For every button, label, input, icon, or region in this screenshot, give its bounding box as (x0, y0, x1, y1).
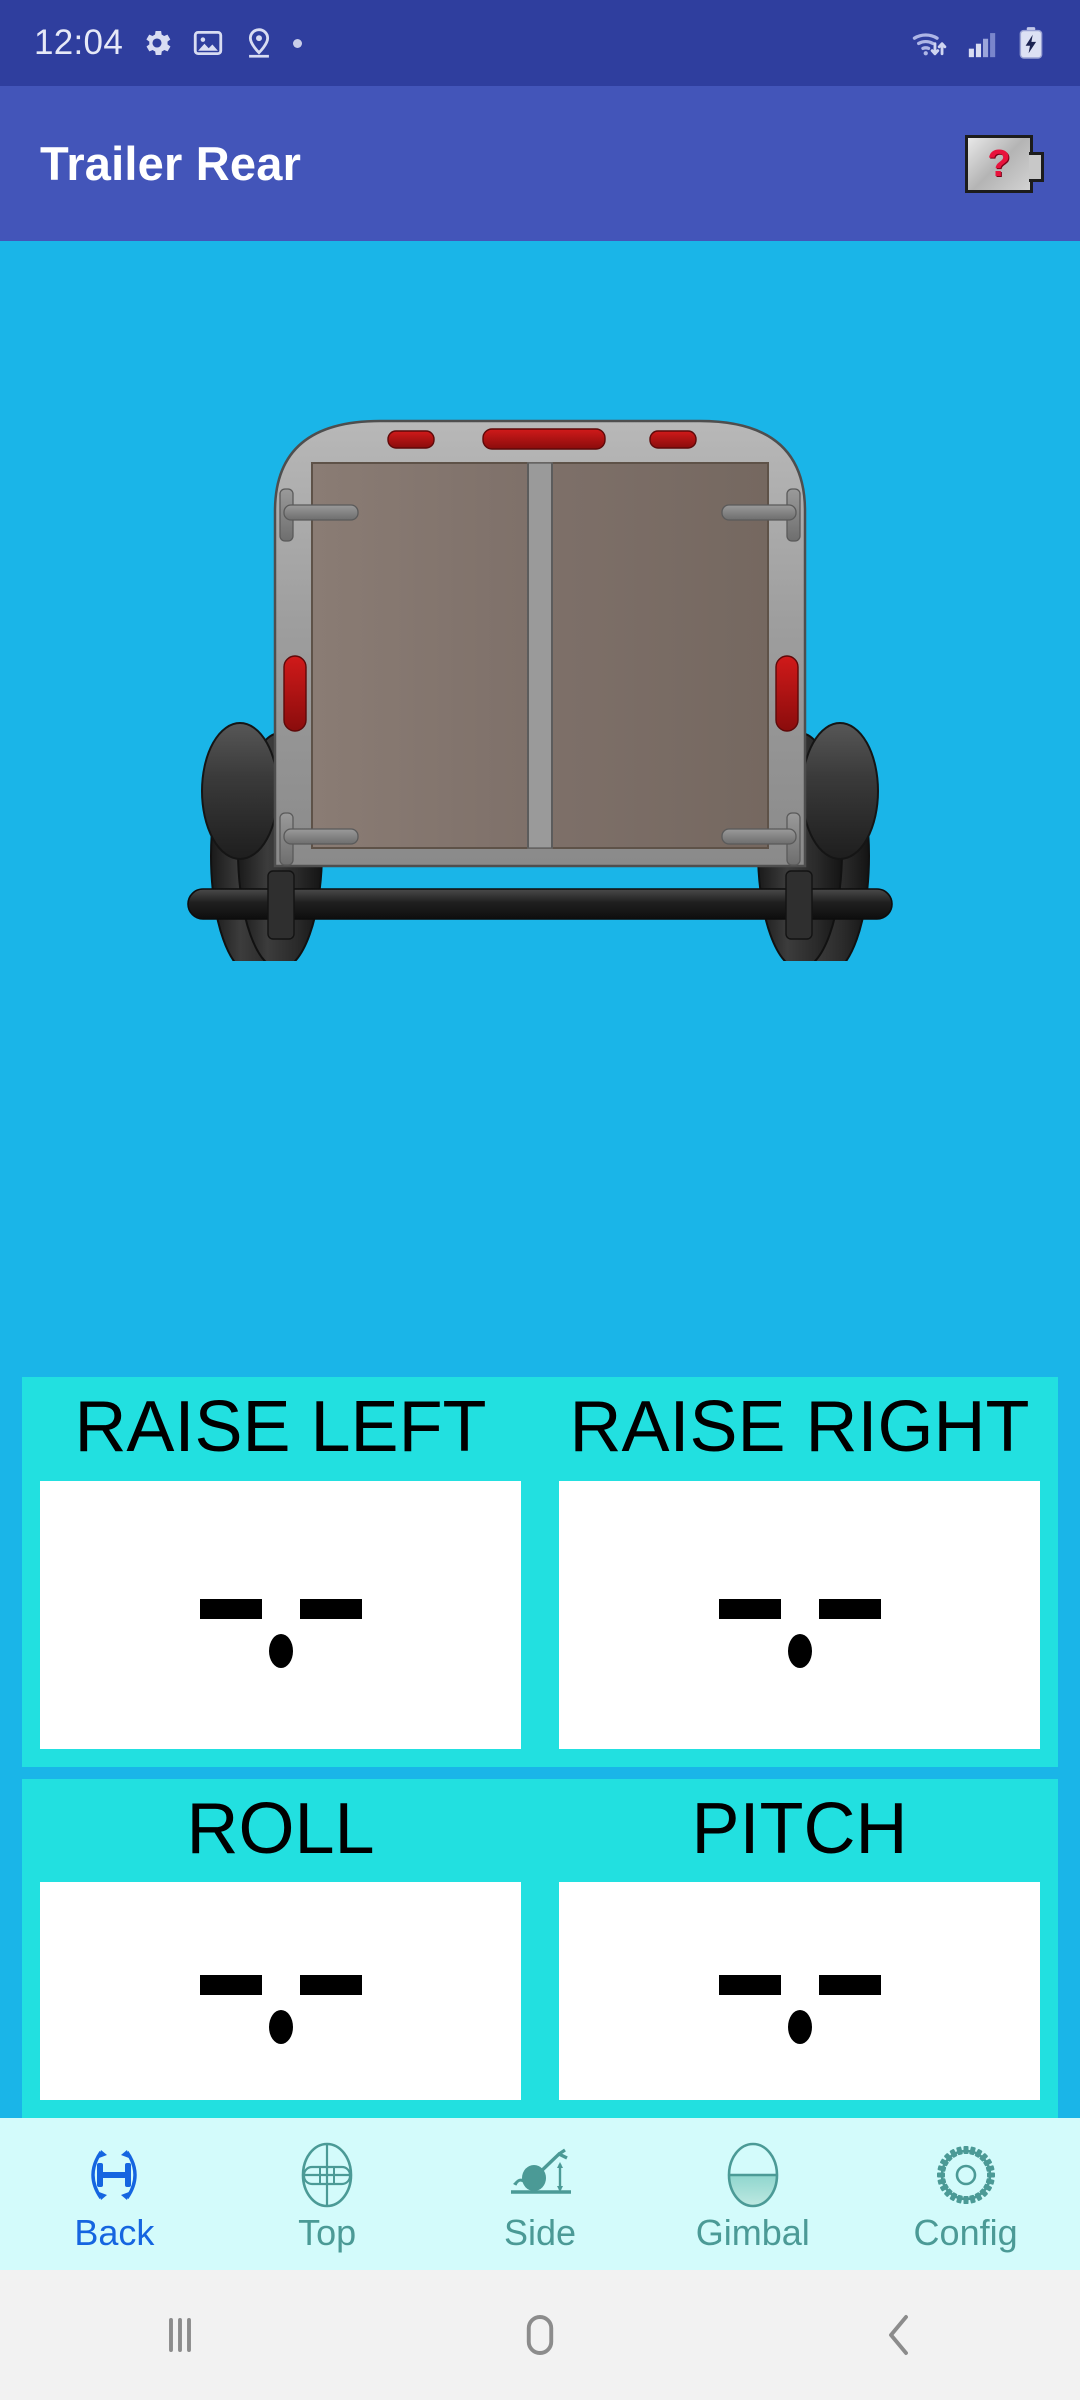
attitude-panel: ROLL -.- PITCH (22, 1778, 1058, 2118)
nav-item-side[interactable]: Side (445, 2137, 635, 2251)
nav-item-config[interactable]: Config (871, 2137, 1061, 2251)
nav-label-gimbal: Gimbal (695, 2212, 810, 2253)
pitch-readout: -.- (559, 1882, 1040, 2100)
door-split-post (527, 462, 553, 849)
nav-label-side: Side (503, 2212, 577, 2253)
home-button[interactable] (450, 2270, 630, 2400)
back-button[interactable] (810, 2270, 990, 2400)
bubble-level-icon (714, 2137, 792, 2213)
nav-label-back: Back (74, 2212, 155, 2253)
nav-item-top[interactable]: Top (232, 2137, 422, 2251)
help-question-icon: ? (965, 134, 1044, 193)
roll-seven-segment (199, 1975, 362, 2044)
pitch-label: PITCH (691, 1788, 908, 1869)
tail-lamp-right (775, 655, 799, 732)
page-title: Trailer Rear (40, 137, 302, 190)
attitude-row: ROLL -.- PITCH (40, 1788, 1040, 2100)
roll-readout: -.- (40, 1882, 521, 2100)
level-crosshair-icon (288, 2137, 366, 2213)
raise-right-label: RAISE RIGHT (569, 1387, 1030, 1468)
raise-left-label: RAISE LEFT (74, 1387, 487, 1468)
raise-controls-panel: RAISE LEFT -.- RAISE RIGHT (22, 1377, 1058, 1767)
raise-right-seven-segment (718, 1598, 881, 1668)
marker-lamp-center (482, 428, 606, 450)
pitch-cell[interactable]: PITCH -.- (559, 1788, 1040, 2100)
dot-indicator (293, 38, 303, 48)
trailer-illustration-area (0, 241, 1080, 1378)
roll-label: ROLL (186, 1788, 375, 1869)
roll-cell[interactable]: ROLL -.- (40, 1788, 521, 2100)
image-icon (191, 26, 225, 60)
battery-charging-icon (1016, 26, 1046, 60)
help-button[interactable]: ? (958, 134, 1044, 194)
raise-left-cell[interactable]: RAISE LEFT -.- (40, 1387, 521, 1749)
status-bar-left: 12:04 (34, 23, 303, 63)
nav-item-gimbal[interactable]: Gimbal (658, 2137, 848, 2251)
chevron-left-icon (889, 2315, 908, 2355)
tail-lamp-left (283, 655, 307, 732)
trailer-side-icon (501, 2137, 579, 2213)
status-bar: 12:04 (0, 0, 1080, 86)
wifi-data-icon (910, 26, 950, 60)
raise-row: RAISE LEFT -.- RAISE RIGHT (40, 1387, 1040, 1749)
app-bar: Trailer Rear ? (0, 86, 1080, 241)
three-bars-icon (169, 2318, 191, 2352)
raise-left-seven-segment (199, 1598, 362, 1668)
gear-icon (927, 2137, 1005, 2213)
help-question-mark: ? (987, 142, 1011, 185)
nav-label-top: Top (298, 2212, 357, 2253)
axle-mount-left (267, 870, 295, 940)
pitch-seven-segment (718, 1975, 881, 2044)
app-root: 12:04 Trailer Rear ? RAISE LEFT RAISE RI… (0, 0, 1080, 2400)
gear-icon (140, 26, 174, 60)
android-system-nav (0, 2270, 1080, 2400)
control-panels: RAISE LEFT -.- RAISE RIGHT (0, 1377, 1080, 2118)
status-clock: 12:04 (34, 23, 124, 62)
status-bar-right (910, 26, 1046, 60)
cellular-signal-icon (965, 26, 1001, 60)
raise-right-cell[interactable]: RAISE RIGHT -.- (559, 1387, 1040, 1749)
recents-button[interactable] (90, 2270, 270, 2400)
location-pin-icon (242, 26, 276, 60)
nav-label-config: Config (913, 2212, 1018, 2253)
trailer-rear-view-diagram (187, 419, 893, 961)
rounded-square-icon (526, 2315, 554, 2355)
axle-mount-right (785, 870, 813, 940)
raise-left-readout: -.- (40, 1480, 521, 1749)
bottom-navigation: Back Top Side Gimbal Config (0, 2118, 1080, 2270)
nav-item-back[interactable]: Back (19, 2137, 209, 2251)
marker-lamp-left (387, 430, 435, 449)
axle-rotation-icon (75, 2137, 153, 2213)
marker-lamp-right (649, 430, 697, 449)
raise-right-readout: -.- (559, 1480, 1040, 1749)
